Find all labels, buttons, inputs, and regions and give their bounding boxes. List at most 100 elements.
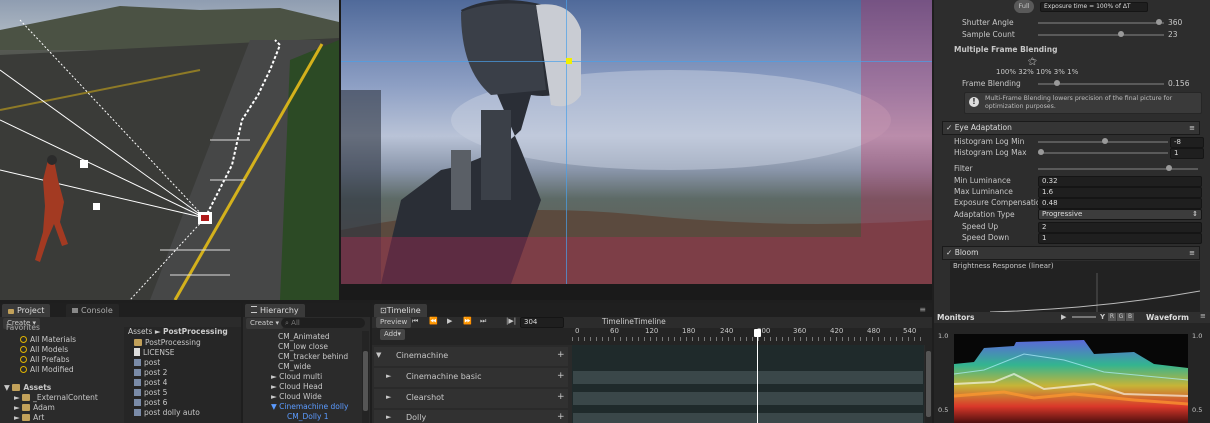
hierarchy-item[interactable]: ► Cloud Head — [243, 382, 361, 392]
channel-b[interactable]: B — [1126, 313, 1134, 321]
chevron-right-icon[interactable]: ► — [271, 372, 277, 381]
file-item[interactable]: post — [124, 358, 241, 368]
playhead-handle[interactable] — [754, 329, 761, 337]
favorite-item[interactable]: All Prefabs — [0, 355, 122, 365]
hierarchy-item[interactable]: CM_Animated — [243, 332, 361, 342]
add-clip-icon[interactable]: + — [557, 371, 565, 381]
min-luminance-field[interactable]: 0.32 — [1038, 176, 1202, 187]
preview-button[interactable]: Preview — [376, 317, 412, 328]
file-item[interactable]: post 2 — [124, 368, 241, 378]
tab-timeline[interactable]: ⊡Timeline — [374, 304, 427, 317]
goto-end-icon[interactable]: ⏭ — [480, 317, 486, 326]
speed-down-field[interactable]: 1 — [1038, 233, 1202, 244]
shutter-angle-value[interactable]: 360 — [1168, 17, 1182, 28]
tab-project[interactable]: Project — [2, 304, 51, 317]
histogram-log-max-field[interactable]: 1 — [1170, 148, 1204, 159]
max-luminance-field[interactable]: 1.6 — [1038, 187, 1202, 198]
chevron-right-icon[interactable]: ► — [271, 382, 277, 391]
assets-root[interactable]: ▼ Assets — [0, 383, 122, 393]
section-menu-icon[interactable]: ≡ — [1189, 122, 1195, 134]
histogram-log-max-slider[interactable] — [1038, 152, 1168, 154]
hierarchy-item[interactable]: ► Cloud Wide — [243, 392, 361, 402]
bloom-header[interactable]: ✓ Bloom ≡ — [942, 246, 1200, 260]
hierarchy-item-selected[interactable]: ▼ Cinemachine dolly — [243, 402, 361, 412]
clip-bar[interactable] — [573, 371, 923, 384]
track-header[interactable]: ► Cinemachine basic + — [374, 368, 568, 387]
sample-count-value[interactable]: 23 — [1168, 29, 1178, 40]
time-ruler[interactable]: 0 60 120 180 240 300 360 420 480 540 — [572, 327, 924, 343]
prev-frame-icon[interactable]: ⏪ — [429, 317, 438, 325]
panel-menu-icon[interactable]: ≡ — [1200, 312, 1206, 320]
file-item[interactable]: post 4 — [124, 378, 241, 388]
play-icon[interactable]: ▶ — [1061, 313, 1066, 321]
histogram-log-min-field[interactable]: -8 — [1170, 137, 1204, 148]
file-item[interactable]: LICENSE — [124, 348, 241, 358]
favorite-item[interactable]: All Modified — [0, 365, 122, 375]
section-menu-icon[interactable]: ≡ — [1189, 247, 1195, 259]
asset-folder[interactable]: ► _ExternalContent — [0, 393, 122, 403]
frame-field[interactable]: 304 — [520, 317, 564, 328]
monitor-mode[interactable]: Waveform — [1146, 313, 1189, 322]
chevron-right-icon[interactable]: ► — [386, 372, 391, 380]
file-item[interactable]: post 6 — [124, 398, 241, 408]
shutter-angle-slider[interactable] — [1038, 22, 1164, 24]
add-clip-icon[interactable]: + — [557, 392, 565, 402]
add-clip-icon[interactable]: + — [557, 412, 565, 422]
exposure-slider[interactable] — [1072, 316, 1096, 318]
chevron-right-icon[interactable]: ► — [386, 413, 391, 421]
slider-handle[interactable] — [1102, 138, 1108, 144]
favorites-header[interactable]: Favorites — [0, 323, 122, 333]
chevron-right-icon[interactable]: ► — [386, 393, 391, 401]
frame-range-icon[interactable]: |▶| — [506, 317, 516, 325]
channel-r[interactable]: R — [1108, 313, 1116, 321]
chevron-down-icon[interactable]: ▼ — [271, 402, 277, 411]
file-item[interactable]: PostProcessing — [124, 338, 241, 348]
clip-bar[interactable] — [573, 392, 923, 405]
exposure-compensation-field[interactable]: 0.48 — [1038, 198, 1202, 209]
hierarchy-item[interactable]: ► Cloud multi — [243, 372, 361, 382]
slider-handle[interactable] — [1166, 165, 1172, 171]
slider-handle[interactable] — [1038, 149, 1044, 155]
slider-handle[interactable] — [1054, 80, 1060, 86]
track-header[interactable]: ► Dolly + — [374, 410, 568, 423]
filter-slider[interactable] — [1038, 168, 1198, 170]
asset-folder[interactable]: ► Adam — [0, 403, 122, 413]
asset-folder[interactable]: ► Art — [0, 413, 122, 423]
sample-count-slider[interactable] — [1038, 34, 1164, 36]
create-dropdown[interactable]: Create ▾ — [246, 318, 284, 329]
channel-g[interactable]: G — [1117, 313, 1125, 321]
track-header[interactable]: ► Clearshot + — [374, 389, 568, 408]
hierarchy-item[interactable]: CM_low close — [243, 342, 361, 352]
track-header[interactable]: ▼ Cinemachine + — [374, 347, 568, 366]
hierarchy-item-selected[interactable]: CM_Dolly 1 — [243, 412, 361, 422]
hierarchy-search[interactable]: ⌕ All — [281, 318, 365, 328]
channel-y[interactable]: Y — [1100, 313, 1105, 321]
slider-handle[interactable] — [1156, 19, 1162, 25]
slider-handle[interactable] — [1118, 31, 1124, 37]
frame-blending-value[interactable]: 0.156 — [1168, 78, 1189, 89]
check-icon[interactable]: ✓ — [946, 248, 952, 257]
tab-hierarchy[interactable]: Hierarchy — [245, 304, 305, 317]
clip-bar[interactable] — [573, 413, 923, 423]
chevron-down-icon[interactable]: ▼ — [376, 351, 381, 359]
playhead[interactable] — [757, 330, 758, 423]
adaptation-type-dropdown[interactable]: Progressive ⇕ — [1038, 209, 1202, 220]
panel-menu-icon[interactable]: ≡ — [919, 305, 926, 314]
check-icon[interactable]: ✓ — [946, 123, 952, 132]
add-clip-icon[interactable]: + — [557, 350, 565, 360]
hierarchy-item[interactable]: CM_wide — [243, 362, 361, 372]
next-frame-icon[interactable]: ⏩ — [463, 317, 472, 325]
eye-adaptation-header[interactable]: ✓ Eye Adaptation ≡ — [942, 121, 1200, 135]
favorite-item[interactable]: All Materials — [0, 335, 122, 345]
tab-console[interactable]: Console — [66, 304, 119, 317]
game-view[interactable] — [339, 0, 932, 300]
full-button[interactable]: Full — [1014, 0, 1034, 13]
chevron-right-icon[interactable]: ► — [271, 392, 277, 401]
hierarchy-scrollbar[interactable] — [362, 331, 369, 423]
file-item[interactable]: post 5 — [124, 388, 241, 398]
speed-up-field[interactable]: 2 — [1038, 222, 1202, 233]
goto-start-icon[interactable]: ⏮ — [412, 317, 418, 326]
file-item[interactable]: post dolly auto — [124, 408, 241, 418]
timeline-scrollbar[interactable] — [925, 345, 932, 423]
favorite-item[interactable]: All Models — [0, 345, 122, 355]
